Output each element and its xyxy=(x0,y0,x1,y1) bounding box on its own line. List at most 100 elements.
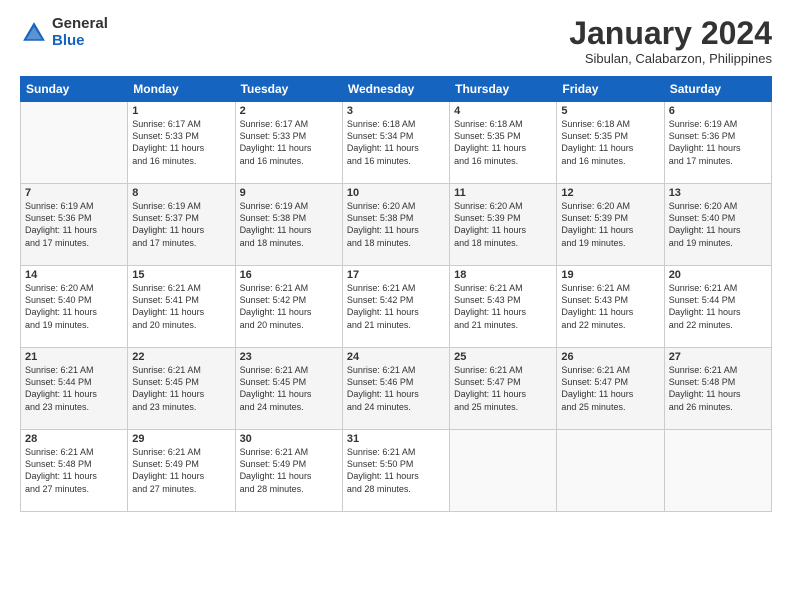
day-number: 11 xyxy=(454,187,552,199)
calendar-cell: 19Sunrise: 6:21 AM Sunset: 5:43 PM Dayli… xyxy=(557,266,664,348)
day-number: 6 xyxy=(669,105,767,117)
calendar-day-header: Saturday xyxy=(664,77,771,102)
calendar-day-header: Wednesday xyxy=(342,77,449,102)
day-info: Sunrise: 6:21 AM Sunset: 5:45 PM Dayligh… xyxy=(132,364,230,413)
logo-text: General Blue xyxy=(52,16,108,49)
calendar-cell xyxy=(664,430,771,512)
day-info: Sunrise: 6:21 AM Sunset: 5:43 PM Dayligh… xyxy=(561,282,659,331)
calendar-week-row: 21Sunrise: 6:21 AM Sunset: 5:44 PM Dayli… xyxy=(21,348,772,430)
day-number: 17 xyxy=(347,269,445,281)
day-info: Sunrise: 6:21 AM Sunset: 5:48 PM Dayligh… xyxy=(669,364,767,413)
day-info: Sunrise: 6:21 AM Sunset: 5:47 PM Dayligh… xyxy=(454,364,552,413)
day-info: Sunrise: 6:21 AM Sunset: 5:49 PM Dayligh… xyxy=(240,446,338,495)
day-number: 21 xyxy=(25,351,123,363)
calendar-cell: 14Sunrise: 6:20 AM Sunset: 5:40 PM Dayli… xyxy=(21,266,128,348)
day-number: 4 xyxy=(454,105,552,117)
calendar-cell: 6Sunrise: 6:19 AM Sunset: 5:36 PM Daylig… xyxy=(664,102,771,184)
calendar-cell: 15Sunrise: 6:21 AM Sunset: 5:41 PM Dayli… xyxy=(128,266,235,348)
day-number: 26 xyxy=(561,351,659,363)
day-number: 2 xyxy=(240,105,338,117)
calendar-day-header: Thursday xyxy=(450,77,557,102)
day-info: Sunrise: 6:19 AM Sunset: 5:37 PM Dayligh… xyxy=(132,200,230,249)
day-number: 1 xyxy=(132,105,230,117)
day-info: Sunrise: 6:18 AM Sunset: 5:35 PM Dayligh… xyxy=(561,118,659,167)
calendar-cell: 11Sunrise: 6:20 AM Sunset: 5:39 PM Dayli… xyxy=(450,184,557,266)
day-number: 25 xyxy=(454,351,552,363)
day-number: 30 xyxy=(240,433,338,445)
day-number: 3 xyxy=(347,105,445,117)
day-info: Sunrise: 6:19 AM Sunset: 5:36 PM Dayligh… xyxy=(669,118,767,167)
calendar-cell: 20Sunrise: 6:21 AM Sunset: 5:44 PM Dayli… xyxy=(664,266,771,348)
calendar-day-header: Monday xyxy=(128,77,235,102)
day-number: 18 xyxy=(454,269,552,281)
day-number: 23 xyxy=(240,351,338,363)
calendar-cell: 1Sunrise: 6:17 AM Sunset: 5:33 PM Daylig… xyxy=(128,102,235,184)
day-number: 24 xyxy=(347,351,445,363)
day-info: Sunrise: 6:21 AM Sunset: 5:46 PM Dayligh… xyxy=(347,364,445,413)
page: General Blue January 2024 Sibulan, Calab… xyxy=(0,0,792,612)
day-info: Sunrise: 6:21 AM Sunset: 5:42 PM Dayligh… xyxy=(240,282,338,331)
calendar-week-row: 14Sunrise: 6:20 AM Sunset: 5:40 PM Dayli… xyxy=(21,266,772,348)
calendar-cell: 25Sunrise: 6:21 AM Sunset: 5:47 PM Dayli… xyxy=(450,348,557,430)
calendar-cell: 28Sunrise: 6:21 AM Sunset: 5:48 PM Dayli… xyxy=(21,430,128,512)
logo-blue: Blue xyxy=(52,33,108,50)
calendar-cell: 5Sunrise: 6:18 AM Sunset: 5:35 PM Daylig… xyxy=(557,102,664,184)
calendar-cell: 4Sunrise: 6:18 AM Sunset: 5:35 PM Daylig… xyxy=(450,102,557,184)
month-title: January 2024 xyxy=(569,16,772,51)
day-info: Sunrise: 6:21 AM Sunset: 5:42 PM Dayligh… xyxy=(347,282,445,331)
calendar-cell: 30Sunrise: 6:21 AM Sunset: 5:49 PM Dayli… xyxy=(235,430,342,512)
calendar-cell: 27Sunrise: 6:21 AM Sunset: 5:48 PM Dayli… xyxy=(664,348,771,430)
day-number: 31 xyxy=(347,433,445,445)
calendar-cell: 12Sunrise: 6:20 AM Sunset: 5:39 PM Dayli… xyxy=(557,184,664,266)
calendar-day-header: Tuesday xyxy=(235,77,342,102)
day-info: Sunrise: 6:21 AM Sunset: 5:43 PM Dayligh… xyxy=(454,282,552,331)
calendar-cell: 24Sunrise: 6:21 AM Sunset: 5:46 PM Dayli… xyxy=(342,348,449,430)
calendar-cell: 13Sunrise: 6:20 AM Sunset: 5:40 PM Dayli… xyxy=(664,184,771,266)
calendar-day-header: Sunday xyxy=(21,77,128,102)
title-area: January 2024 Sibulan, Calabarzon, Philip… xyxy=(569,16,772,66)
calendar-cell: 3Sunrise: 6:18 AM Sunset: 5:34 PM Daylig… xyxy=(342,102,449,184)
day-info: Sunrise: 6:21 AM Sunset: 5:50 PM Dayligh… xyxy=(347,446,445,495)
day-info: Sunrise: 6:21 AM Sunset: 5:41 PM Dayligh… xyxy=(132,282,230,331)
calendar: SundayMondayTuesdayWednesdayThursdayFrid… xyxy=(20,76,772,512)
calendar-cell: 2Sunrise: 6:17 AM Sunset: 5:33 PM Daylig… xyxy=(235,102,342,184)
calendar-cell: 16Sunrise: 6:21 AM Sunset: 5:42 PM Dayli… xyxy=(235,266,342,348)
calendar-cell: 9Sunrise: 6:19 AM Sunset: 5:38 PM Daylig… xyxy=(235,184,342,266)
day-info: Sunrise: 6:20 AM Sunset: 5:40 PM Dayligh… xyxy=(669,200,767,249)
calendar-cell: 18Sunrise: 6:21 AM Sunset: 5:43 PM Dayli… xyxy=(450,266,557,348)
day-info: Sunrise: 6:20 AM Sunset: 5:38 PM Dayligh… xyxy=(347,200,445,249)
calendar-cell xyxy=(21,102,128,184)
day-number: 10 xyxy=(347,187,445,199)
calendar-cell: 10Sunrise: 6:20 AM Sunset: 5:38 PM Dayli… xyxy=(342,184,449,266)
day-info: Sunrise: 6:18 AM Sunset: 5:34 PM Dayligh… xyxy=(347,118,445,167)
day-info: Sunrise: 6:18 AM Sunset: 5:35 PM Dayligh… xyxy=(454,118,552,167)
calendar-cell: 7Sunrise: 6:19 AM Sunset: 5:36 PM Daylig… xyxy=(21,184,128,266)
calendar-cell: 8Sunrise: 6:19 AM Sunset: 5:37 PM Daylig… xyxy=(128,184,235,266)
day-info: Sunrise: 6:21 AM Sunset: 5:45 PM Dayligh… xyxy=(240,364,338,413)
calendar-cell: 26Sunrise: 6:21 AM Sunset: 5:47 PM Dayli… xyxy=(557,348,664,430)
day-number: 13 xyxy=(669,187,767,199)
calendar-cell xyxy=(450,430,557,512)
day-info: Sunrise: 6:21 AM Sunset: 5:44 PM Dayligh… xyxy=(25,364,123,413)
logo-icon xyxy=(20,19,48,47)
day-number: 27 xyxy=(669,351,767,363)
day-info: Sunrise: 6:21 AM Sunset: 5:47 PM Dayligh… xyxy=(561,364,659,413)
calendar-day-header: Friday xyxy=(557,77,664,102)
day-info: Sunrise: 6:17 AM Sunset: 5:33 PM Dayligh… xyxy=(132,118,230,167)
day-info: Sunrise: 6:17 AM Sunset: 5:33 PM Dayligh… xyxy=(240,118,338,167)
day-number: 29 xyxy=(132,433,230,445)
day-number: 8 xyxy=(132,187,230,199)
day-info: Sunrise: 6:20 AM Sunset: 5:40 PM Dayligh… xyxy=(25,282,123,331)
day-number: 22 xyxy=(132,351,230,363)
day-number: 20 xyxy=(669,269,767,281)
day-info: Sunrise: 6:21 AM Sunset: 5:44 PM Dayligh… xyxy=(669,282,767,331)
calendar-week-row: 1Sunrise: 6:17 AM Sunset: 5:33 PM Daylig… xyxy=(21,102,772,184)
day-info: Sunrise: 6:21 AM Sunset: 5:49 PM Dayligh… xyxy=(132,446,230,495)
day-number: 19 xyxy=(561,269,659,281)
calendar-cell: 17Sunrise: 6:21 AM Sunset: 5:42 PM Dayli… xyxy=(342,266,449,348)
calendar-week-row: 28Sunrise: 6:21 AM Sunset: 5:48 PM Dayli… xyxy=(21,430,772,512)
calendar-cell: 31Sunrise: 6:21 AM Sunset: 5:50 PM Dayli… xyxy=(342,430,449,512)
subtitle: Sibulan, Calabarzon, Philippines xyxy=(569,51,772,66)
day-number: 7 xyxy=(25,187,123,199)
day-number: 5 xyxy=(561,105,659,117)
